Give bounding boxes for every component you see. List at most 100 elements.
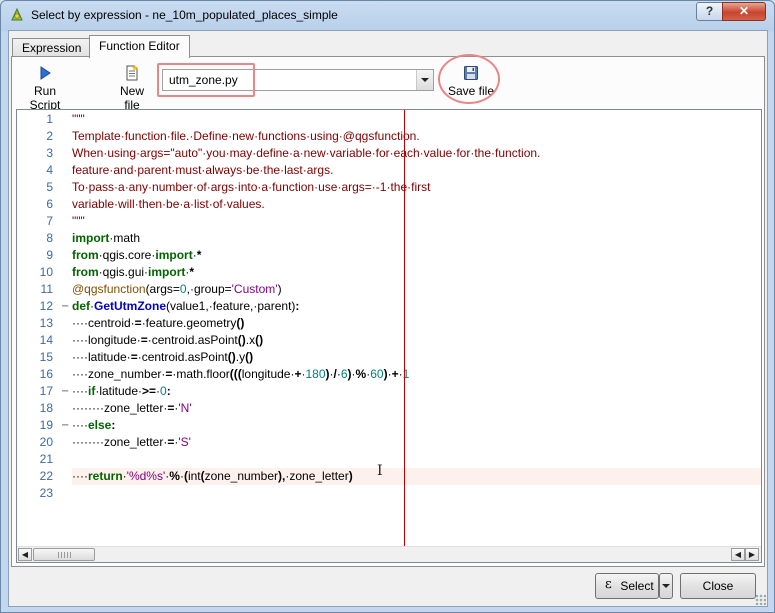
select-dropdown-button[interactable] bbox=[659, 573, 673, 599]
code-token: import bbox=[72, 231, 110, 245]
scroll-left-end-icon[interactable]: ◀ bbox=[731, 548, 745, 561]
code-token: ) bbox=[277, 282, 282, 296]
line-number-gutter: 1 2 3 4 5 6 7 8 9 10 11 12−13 14 15 16 17−18 19−20 21 22 23 bbox=[17, 110, 72, 550]
tab-expression[interactable]: Expression bbox=[12, 38, 92, 57]
title-bar[interactable]: Select by expression - ne_10m_populated_… bbox=[1, 1, 774, 30]
line-number: 18 bbox=[39, 401, 53, 415]
code-line[interactable]: feature·and·parent·must·always·be·the·la… bbox=[72, 162, 761, 179]
code-token: 0 bbox=[179, 282, 187, 296]
code-token: ·qgis.core· bbox=[98, 248, 156, 262]
new-file-icon bbox=[126, 65, 138, 81]
line-number: 9 bbox=[46, 248, 53, 262]
code-token: 'N' bbox=[178, 401, 192, 415]
line-number: 11 bbox=[40, 282, 53, 296]
tab-function-editor[interactable]: Function Editor bbox=[89, 35, 190, 58]
code-line[interactable]: """ bbox=[72, 111, 761, 128]
code-line[interactable]: ········zone_letter·=·'N' bbox=[72, 400, 761, 417]
code-line[interactable]: def·GetUtmZone(value1,·feature,·parent): bbox=[72, 298, 761, 315]
code-line[interactable]: ····centroid·=·feature.geometry() bbox=[72, 315, 761, 332]
select-button[interactable]: ε Select bbox=[595, 573, 659, 599]
code-token: ·latitude· bbox=[95, 384, 143, 398]
code-line[interactable]: from·qgis.gui·import·* bbox=[72, 264, 761, 281]
code-token: ·centroid.asPoint bbox=[137, 350, 228, 364]
code-token: + bbox=[391, 367, 399, 381]
horizontal-scrollbar[interactable]: ◀ ◀ ▶ bbox=[17, 546, 761, 562]
code-token: () bbox=[227, 350, 236, 364]
line-number: 8 bbox=[46, 231, 53, 245]
line-number: 17 bbox=[39, 384, 53, 398]
run-icon bbox=[40, 66, 51, 80]
code-line[interactable]: variable·will·then·be·a·list·of·values. bbox=[72, 196, 761, 213]
line-number: 22 bbox=[39, 469, 53, 483]
code-token: 0 bbox=[160, 384, 167, 398]
expression-icon: ε bbox=[604, 576, 612, 592]
line-number: 10 bbox=[39, 265, 53, 279]
code-token: * bbox=[189, 265, 195, 279]
code-token: Template·function·file.·Define·new·funct… bbox=[72, 129, 420, 143]
line-number: 2 bbox=[46, 129, 53, 143]
run-script-label: Run Script bbox=[29, 84, 61, 112]
chevron-down-icon[interactable] bbox=[416, 70, 433, 90]
code-line[interactable]: from·qgis.core·import·* bbox=[72, 247, 761, 264]
code-token: ····longitude· bbox=[72, 333, 141, 347]
code-line[interactable]: import·math bbox=[72, 230, 761, 247]
scroll-left-icon[interactable]: ◀ bbox=[18, 548, 32, 561]
run-script-button[interactable]: Run Script bbox=[17, 64, 73, 112]
code-token: ·feature.geometry bbox=[141, 316, 237, 330]
code-line[interactable]: @qgsfunction(args=0,·group='Custom') bbox=[72, 281, 761, 298]
code-line[interactable]: ····return·'%d%s'·%·(int(zone_number),·z… bbox=[72, 468, 761, 485]
code-token: (args= bbox=[145, 282, 180, 296]
code-line[interactable]: Template·function·file.·Define·new·funct… bbox=[72, 128, 761, 145]
code-line[interactable]: When·using·args="auto"·you·may·define·a·… bbox=[72, 145, 761, 162]
code-token: ((( bbox=[229, 367, 242, 381]
code-line[interactable] bbox=[72, 451, 761, 468]
code-token: return bbox=[87, 469, 123, 483]
new-file-label: New file bbox=[119, 84, 144, 112]
window-close-button[interactable]: ✕ bbox=[722, 2, 766, 21]
scroll-right-icon[interactable]: ▶ bbox=[745, 548, 759, 561]
fold-marker-icon[interactable]: − bbox=[61, 417, 69, 434]
code-token: else bbox=[87, 418, 112, 432]
help-button[interactable]: ? bbox=[696, 2, 723, 21]
dialog-window: Select by expression - ne_10m_populated_… bbox=[0, 0, 775, 613]
scrollbar-thumb[interactable] bbox=[33, 548, 95, 561]
save-file-button[interactable]: Save file bbox=[446, 64, 496, 98]
code-token: """ bbox=[72, 214, 85, 228]
code-token: longitude· bbox=[241, 367, 295, 381]
line-number: 6 bbox=[46, 197, 53, 211]
line-number: 5 bbox=[46, 180, 53, 194]
new-file-button[interactable]: New file bbox=[112, 64, 152, 112]
line-number: 12 bbox=[39, 299, 53, 313]
code-line[interactable] bbox=[72, 485, 761, 502]
code-token: : bbox=[111, 418, 116, 432]
code-line[interactable]: """ bbox=[72, 213, 761, 230]
code-line[interactable]: To·pass·a·any·number·of·args·into·a·func… bbox=[72, 179, 761, 196]
code-token: from bbox=[72, 248, 99, 262]
code-token: ···· bbox=[72, 418, 88, 432]
code-token: int bbox=[187, 469, 201, 483]
resize-grip[interactable] bbox=[755, 594, 766, 605]
code-token: GetUtmZone bbox=[94, 299, 166, 313]
code-token: ···· bbox=[72, 469, 88, 483]
file-select-combobox[interactable]: utm_zone.py bbox=[162, 69, 434, 91]
code-token: ········zone_letter· bbox=[72, 435, 168, 449]
code-line[interactable]: ····else: bbox=[72, 417, 761, 434]
fold-marker-icon[interactable]: − bbox=[61, 383, 69, 400]
code-token: variable·will·then·be·a·list·of·values. bbox=[72, 197, 265, 211]
code-line[interactable]: ····latitude·=·centroid.asPoint().y() bbox=[72, 349, 761, 366]
code-token: 'Custom' bbox=[231, 282, 278, 296]
code-line[interactable]: ····longitude·=·centroid.asPoint().x() bbox=[72, 332, 761, 349]
close-button[interactable]: Close bbox=[680, 573, 756, 599]
fold-marker-icon[interactable]: − bbox=[61, 298, 69, 315]
code-token: ····zone_number· bbox=[72, 367, 166, 381]
text-cursor-icon: I bbox=[377, 463, 383, 479]
code-line[interactable]: ····zone_number·=·math.floor(((longitude… bbox=[72, 366, 761, 383]
code-line[interactable]: ····if·latitude·>=·0: bbox=[72, 383, 761, 400]
line-number: 7 bbox=[46, 214, 53, 228]
code-editor[interactable]: 1 2 3 4 5 6 7 8 9 10 11 12−13 14 15 16 17−18 19−20 21 22 23… bbox=[16, 109, 762, 563]
line-number: 4 bbox=[46, 163, 53, 177]
code-text-area[interactable]: ····return·'%d%s'·%·(int(zone_number),·z… bbox=[72, 110, 761, 546]
code-token: () bbox=[236, 316, 245, 330]
code-line[interactable]: ········zone_letter·=·'S' bbox=[72, 434, 761, 451]
code-token: To·pass·a·any·number·of·args·into·a·func… bbox=[72, 180, 431, 194]
